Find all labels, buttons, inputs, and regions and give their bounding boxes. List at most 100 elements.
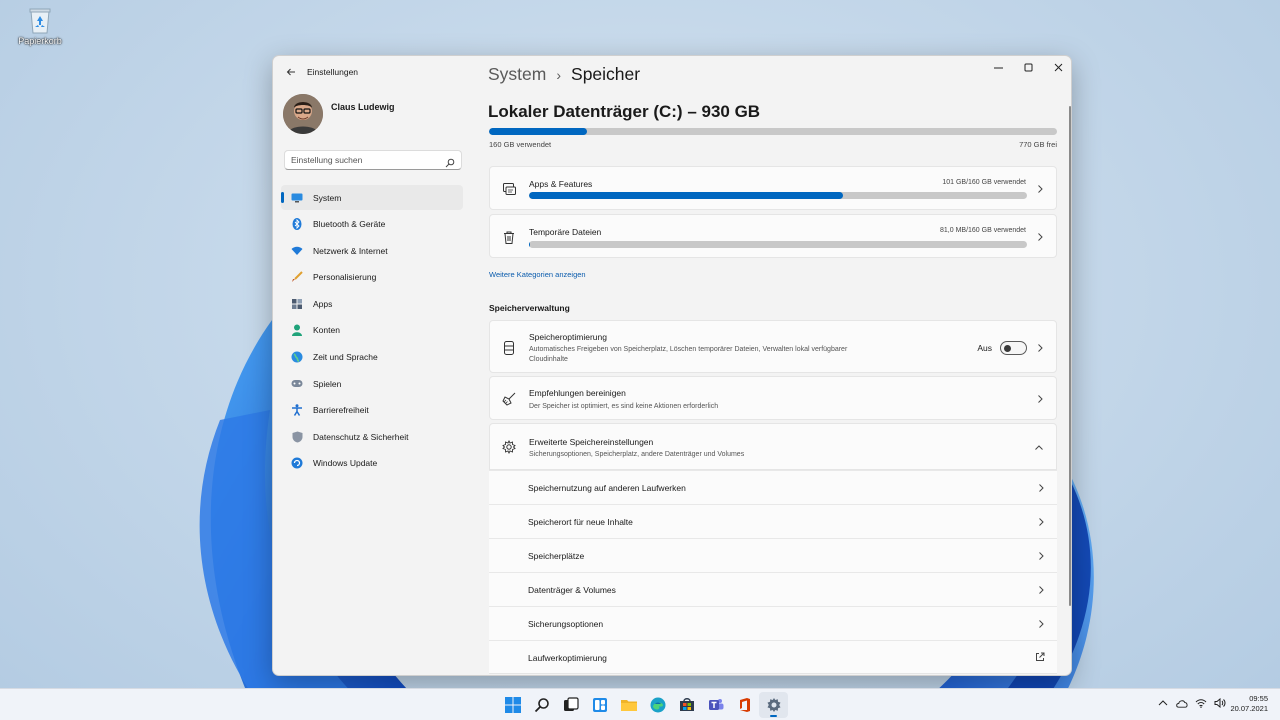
category-apps-features[interactable]: Apps & Features 101 GB/160 GB verwendet	[489, 166, 1057, 210]
volume-icon[interactable]	[1214, 697, 1226, 709]
sub-item-disks-volumes[interactable]: Datenträger & Volumes	[489, 572, 1057, 606]
sub-item-storage-spaces[interactable]: Speicherplätze	[489, 538, 1057, 572]
category-usage-bar	[529, 192, 1027, 199]
back-button[interactable]	[283, 64, 299, 80]
cleanup-recommendations-card[interactable]: Empfehlungen bereinigen Der Speicher ist…	[489, 376, 1057, 420]
sidebar-item-label: Windows Update	[313, 458, 378, 469]
chevron-right-icon	[1038, 233, 1043, 241]
sidebar-item-gaming[interactable]: Spielen	[281, 371, 463, 396]
chevron-right-icon	[1039, 552, 1044, 560]
window-controls	[983, 56, 1071, 78]
wifi-icon[interactable]	[1195, 697, 1207, 709]
section-heading: Speicherverwaltung	[489, 303, 570, 313]
storage-sense-title: Speicheroptimierung	[529, 332, 607, 342]
external-link-icon	[1036, 652, 1045, 661]
edge-button[interactable]	[643, 692, 672, 718]
search-icon	[534, 698, 549, 713]
recycle-bin-shortcut[interactable]: Papierkorb	[16, 6, 64, 46]
close-icon	[1054, 63, 1062, 71]
sub-item-backup-options[interactable]: Sicherungsoptionen	[489, 606, 1057, 640]
category-temp-files[interactable]: Temporäre Dateien 81,0 MB/160 GB verwend…	[489, 214, 1057, 258]
sidebar: Einstellungen Claus Ludewig Einstellung …	[273, 56, 473, 675]
search-input[interactable]	[291, 155, 445, 165]
file-explorer-button[interactable]	[614, 692, 643, 718]
category-usage-bar	[529, 241, 1027, 248]
arrow-left-icon	[286, 68, 295, 76]
sub-item-label: Datenträger & Volumes	[528, 585, 616, 595]
sub-item-drive-optimization[interactable]: Laufwerkoptimierung	[489, 640, 1057, 674]
store-button[interactable]	[672, 692, 701, 718]
category-usage: 81,0 MB/160 GB verwendet	[940, 227, 1026, 234]
sidebar-item-label: Netzwerk & Internet	[313, 245, 388, 256]
sub-item-label: Laufwerkoptimierung	[528, 653, 607, 663]
sidebar-item-label: Personalisierung	[313, 272, 377, 283]
cleanup-desc: Der Speicher ist optimiert, es sind kein…	[529, 403, 719, 410]
sub-item-other-drives[interactable]: Speichernutzung auf anderen Laufwerken	[489, 470, 1057, 504]
breadcrumb: System › Speicher	[488, 64, 640, 85]
widgets-icon	[592, 698, 607, 712]
apps-icon	[291, 298, 303, 310]
avatar	[283, 94, 323, 134]
main-content: System › Speicher Lokaler Datenträger (C…	[473, 56, 1071, 675]
recycle-bin-icon	[27, 6, 53, 34]
teams-button[interactable]	[701, 692, 730, 718]
apps-list-icon	[502, 182, 516, 196]
sidebar-item-windows-update[interactable]: Windows Update	[281, 451, 463, 476]
category-title: Apps & Features	[529, 179, 593, 189]
toggle-knob	[1004, 344, 1011, 352]
profile[interactable]: Claus Ludewig	[283, 94, 395, 134]
breadcrumb-parent[interactable]: System	[488, 64, 546, 85]
gamepad-icon	[291, 378, 303, 390]
sidebar-item-accessibility[interactable]: Barrierefreiheit	[281, 398, 463, 423]
chevron-up-icon	[1035, 445, 1043, 450]
sidebar-item-label: Spielen	[313, 378, 342, 389]
clock-time: 09:55	[1249, 694, 1268, 703]
sidebar-item-system[interactable]: System	[281, 185, 463, 210]
sidebar-item-apps[interactable]: Apps	[281, 291, 463, 316]
widgets-button[interactable]	[585, 692, 614, 718]
clock[interactable]: 09:55 20.07.2021	[1230, 694, 1268, 714]
taskbar: 09:55 20.07.2021	[0, 688, 1280, 720]
sidebar-item-network[interactable]: Netzwerk & Internet	[281, 238, 463, 263]
close-button[interactable]	[1043, 56, 1071, 78]
scrollbar[interactable]	[1069, 106, 1071, 606]
sidebar-item-time-language[interactable]: Zeit und Sprache	[281, 345, 463, 370]
office-icon	[739, 698, 750, 712]
storage-sense-desc: Automatisches Freigeben von Speicherplat…	[529, 346, 848, 353]
sidebar-item-label: System	[313, 192, 342, 203]
task-view-button[interactable]	[556, 692, 585, 718]
chevron-right-icon	[1038, 344, 1043, 352]
chevron-up-icon[interactable]	[1157, 697, 1169, 709]
system-icon	[291, 192, 303, 204]
accessibility-icon	[291, 404, 303, 417]
toggle-state-label: Aus	[977, 343, 992, 353]
onedrive-icon[interactable]	[1176, 697, 1188, 709]
taskbar-apps	[498, 692, 788, 718]
sidebar-item-bluetooth[interactable]: Bluetooth & Geräte	[281, 212, 463, 237]
sidebar-item-label: Apps	[313, 298, 333, 309]
sidebar-item-accounts[interactable]: Konten	[281, 318, 463, 343]
settings-search[interactable]	[284, 150, 462, 170]
shield-icon	[291, 431, 303, 443]
maximize-button[interactable]	[1013, 56, 1043, 78]
chevron-right-icon	[1039, 518, 1044, 526]
advanced-desc: Sicherungsoptionen, Speicherplatz, ander…	[529, 451, 745, 458]
settings-app-button[interactable]	[759, 692, 788, 718]
start-button[interactable]	[498, 692, 527, 718]
storage-sense-toggle[interactable]	[1000, 341, 1027, 355]
sidebar-item-label: Konten	[313, 325, 340, 336]
sidebar-item-personalization[interactable]: Personalisierung	[281, 265, 463, 290]
sidebar-item-privacy[interactable]: Datenschutz & Sicherheit	[281, 424, 463, 449]
office-button[interactable]	[730, 692, 759, 718]
storage-sense-card[interactable]: Speicheroptimierung Automatisches Freige…	[489, 320, 1057, 373]
chevron-right-icon	[1038, 395, 1043, 403]
trash-icon	[502, 230, 516, 244]
more-categories-link[interactable]: Weitere Kategorien anzeigen	[489, 270, 586, 279]
search-button[interactable]	[527, 692, 556, 718]
category-title: Temporäre Dateien	[529, 227, 602, 237]
cleanup-title: Empfehlungen bereinigen	[529, 388, 626, 398]
minimize-button[interactable]	[983, 56, 1013, 78]
sub-item-save-location[interactable]: Speicherort für neue Inhalte	[489, 504, 1057, 538]
advanced-storage-card[interactable]: Erweiterte Speichereinstellungen Sicheru…	[489, 423, 1057, 470]
storage-icon	[502, 341, 516, 355]
